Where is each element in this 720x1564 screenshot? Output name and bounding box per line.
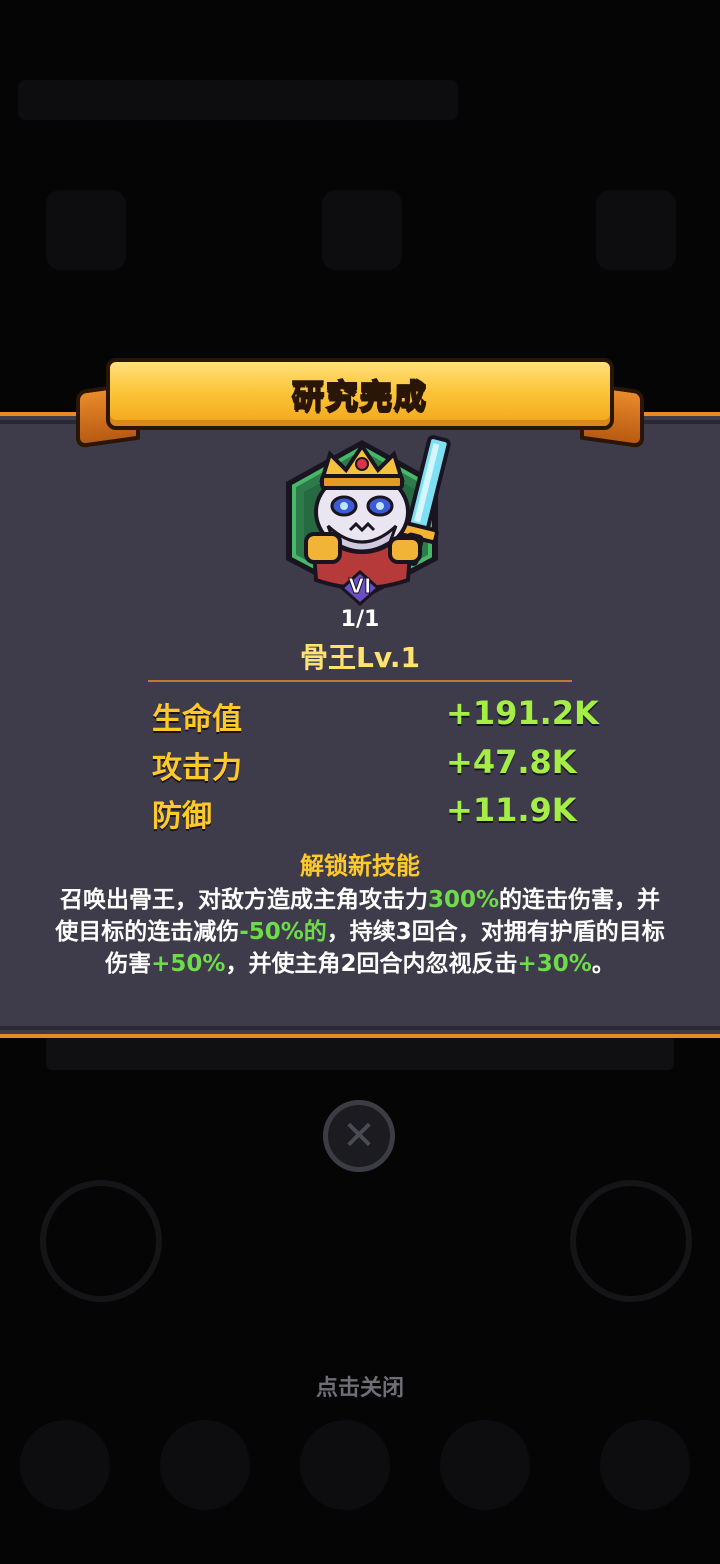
close-button[interactable]: ✕ (323, 1100, 395, 1172)
skill-unlock-title: 解锁新技能 (300, 852, 420, 880)
skill-text: 。 (591, 951, 615, 977)
tap-to-close-hint[interactable]: 点击关闭 (0, 1370, 720, 1402)
research-complete-screen[interactable]: 研究完成 VI 1/1 骨王Lv.1 生命值 +191.2K 攻击力 +47.8… (0, 0, 720, 1564)
background-slot (596, 190, 676, 270)
background-slot (322, 190, 402, 270)
stat-value: +11.9K (446, 791, 577, 829)
dialog-title: 研究完成 (291, 376, 428, 416)
stat-row-defense: 防御 +11.9K (152, 791, 622, 835)
background-top-bar (18, 80, 458, 120)
background-bottom-nav (0, 1400, 720, 1520)
background-progress-bar (46, 1036, 674, 1070)
stat-row-attack: 攻击力 +47.8K (152, 743, 622, 787)
stat-row-hp: 生命值 +191.2K (152, 694, 622, 738)
hero-name: 骨王Lv.1 (300, 641, 420, 674)
skill-description: 召唤出骨王，对敌方造成主角攻击力300%的连击伤害，并使目标的连击减伤-50%的… (50, 884, 670, 980)
skill-highlight-value: 300% (427, 887, 500, 913)
hero-rank: VI (348, 574, 372, 599)
skill-highlight-value: +30% (517, 951, 592, 977)
stat-label: 防御 (152, 799, 212, 834)
skill-text: 召唤出骨王，对敌方造成主角攻击力 (59, 887, 428, 913)
close-icon: ✕ (342, 1113, 376, 1159)
divider (148, 680, 572, 682)
skill-highlight-value: -50%的 (239, 919, 327, 945)
skill-highlight-value: +50% (151, 951, 226, 977)
stat-value: +191.2K (446, 694, 599, 732)
background-slot (46, 190, 126, 270)
stat-value: +47.8K (446, 743, 577, 781)
background-node (40, 1180, 162, 1302)
stat-label: 生命值 (152, 702, 242, 737)
hero-count: 1/1 (340, 607, 380, 632)
stat-label: 攻击力 (152, 751, 242, 786)
skill-text: ，并使主角2回合内忽视反击 (225, 951, 518, 977)
background-node (570, 1180, 692, 1302)
